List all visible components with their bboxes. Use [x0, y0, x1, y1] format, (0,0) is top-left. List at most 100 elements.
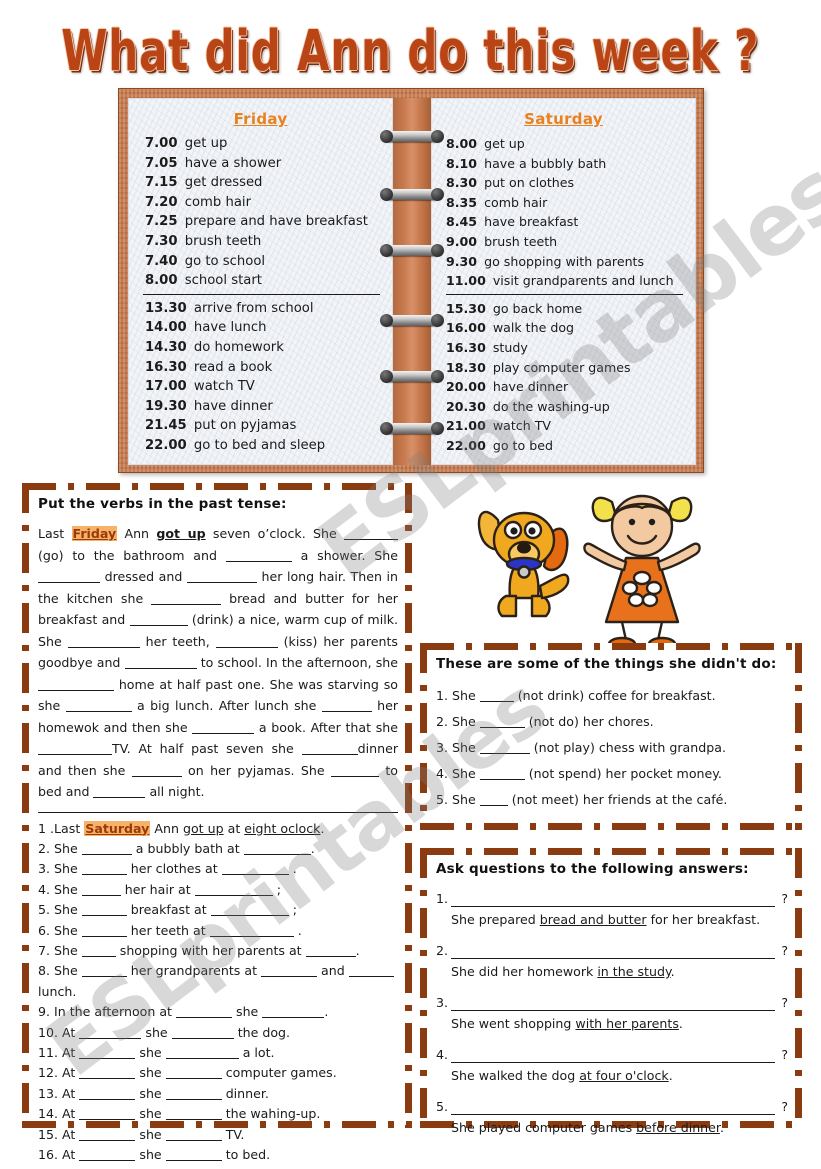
blank[interactable]: [129, 625, 188, 626]
blank[interactable]: [131, 775, 182, 777]
blank[interactable]: [79, 1119, 136, 1121]
spiral-ring-icon: [380, 370, 444, 383]
schedule-time: 14.30: [145, 339, 187, 355]
blank[interactable]: [165, 1160, 222, 1161]
blank[interactable]: [301, 754, 358, 755]
blank[interactable]: [165, 1078, 222, 1080]
write-line[interactable]: [451, 894, 775, 907]
schedule-time: 7.15: [145, 175, 178, 191]
blank[interactable]: [81, 894, 121, 896]
blank[interactable]: [165, 1139, 222, 1141]
list-item: 1 .Last Saturday Ann got up at eight ocl…: [38, 820, 325, 836]
item-number: 3.: [436, 995, 449, 1010]
write-line[interactable]: [451, 1050, 775, 1063]
blank[interactable]: [171, 1037, 234, 1039]
schedule-time: 8.10: [446, 155, 478, 171]
blank[interactable]: [479, 727, 525, 728]
blank[interactable]: [38, 689, 114, 691]
got-up-answer: got up: [156, 526, 206, 541]
blank[interactable]: [344, 539, 398, 540]
blank[interactable]: [192, 732, 255, 734]
box-border-left: [22, 483, 29, 1128]
blank[interactable]: [165, 1057, 239, 1059]
blank[interactable]: [261, 976, 318, 978]
blank[interactable]: [209, 935, 294, 937]
schedule-item: 8.00 school start: [145, 271, 386, 291]
box-border-top: [420, 848, 802, 855]
blank[interactable]: [79, 1098, 136, 1100]
blank[interactable]: [165, 1098, 222, 1100]
write-line[interactable]: [451, 998, 775, 1011]
schedule-activity: do homework: [189, 339, 284, 355]
write-line[interactable]: [451, 1102, 775, 1115]
blank[interactable]: [79, 1037, 142, 1039]
schedule-time: 22.00: [446, 437, 486, 453]
blank[interactable]: [93, 797, 146, 798]
blank[interactable]: [81, 976, 127, 978]
blank[interactable]: [79, 1057, 136, 1059]
blank[interactable]: [194, 894, 273, 896]
question-blank-line[interactable]: 5.?: [436, 1098, 788, 1115]
schedule-time: 13.30: [145, 300, 187, 316]
question-answer: She walked the dog at four o'clock.: [451, 1068, 673, 1083]
box-border-top: [420, 643, 802, 650]
blank[interactable]: [186, 582, 257, 583]
schedule-item: 9.30 go shopping with parents: [446, 252, 689, 272]
blank[interactable]: [479, 805, 508, 806]
blank[interactable]: [81, 853, 132, 855]
question-item: 5.? She played computer games before dinn…: [436, 1098, 788, 1137]
blank[interactable]: [67, 646, 140, 648]
blank[interactable]: [243, 853, 311, 855]
blank[interactable]: [79, 1160, 136, 1161]
blank[interactable]: [479, 779, 525, 780]
blank[interactable]: [225, 560, 292, 562]
schedule-time: 16.30: [446, 339, 486, 355]
blank[interactable]: [262, 1017, 325, 1019]
blank[interactable]: [221, 874, 289, 876]
schedule-activity: go to school: [180, 253, 266, 269]
blank[interactable]: [38, 582, 100, 583]
blank[interactable]: [330, 775, 379, 777]
schedule-activity: play computer games: [488, 359, 631, 375]
blank[interactable]: [79, 1139, 136, 1141]
question-blank-line[interactable]: 2.?: [436, 942, 788, 959]
exercise4-box: Ask questions to the following answers: …: [420, 848, 802, 1135]
blank[interactable]: [151, 603, 222, 605]
blank[interactable]: [305, 955, 356, 957]
box-border-top: [22, 483, 412, 490]
item-number: 4.: [436, 1047, 449, 1062]
blank[interactable]: [79, 1078, 136, 1080]
question-mark: ?: [781, 995, 788, 1010]
schedule-item: 14.00 have lunch: [145, 318, 386, 338]
saturday-divider: [446, 293, 683, 295]
blank[interactable]: [210, 915, 289, 917]
spiral-ring-icon: [380, 422, 444, 435]
write-line[interactable]: [451, 946, 775, 959]
schedule-time: 7.25: [145, 214, 178, 230]
blank[interactable]: [176, 1017, 232, 1019]
blank[interactable]: [81, 935, 127, 937]
schedule-activity: walk the dog: [488, 320, 575, 336]
blank[interactable]: [81, 874, 127, 876]
question-blank-line[interactable]: 4.?: [436, 1046, 788, 1063]
schedule-item: 7.00 get up: [145, 134, 386, 154]
box-border-left: [420, 848, 427, 1128]
blank[interactable]: [38, 754, 112, 755]
blank[interactable]: [81, 955, 116, 957]
schedule-time: 8.45: [446, 214, 478, 230]
question-blank-line[interactable]: 3.?: [436, 994, 788, 1011]
blank[interactable]: [81, 915, 127, 917]
list-item: 6. She her teeth at .: [38, 922, 302, 938]
question-blank-line[interactable]: 1.?: [436, 890, 788, 907]
blank[interactable]: [321, 711, 372, 712]
blank[interactable]: [215, 646, 278, 648]
schedule-activity: watch TV: [488, 418, 552, 434]
blank[interactable]: [348, 976, 394, 978]
schedule-time: 8.30: [446, 175, 478, 191]
blank[interactable]: [479, 701, 514, 702]
blank[interactable]: [165, 1119, 222, 1121]
blank[interactable]: [479, 753, 530, 754]
blank[interactable]: [65, 711, 132, 712]
list-item: 3. She (not play) chess with grandpa.: [436, 740, 726, 755]
blank[interactable]: [124, 668, 197, 669]
